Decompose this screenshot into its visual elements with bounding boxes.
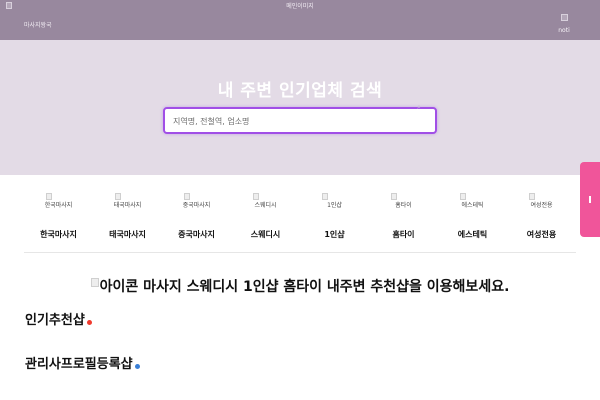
category-label: 여성전용 xyxy=(526,230,557,239)
section-divider xyxy=(24,252,576,253)
category-chinese-massage[interactable]: 중국마사지 중국마사지 xyxy=(162,185,231,240)
promo-text: 마사지 스웨디시 1인샵 홈타이 내주변 추천샵을 이용해보세요. xyxy=(138,279,510,295)
category-image: 에스테틱 xyxy=(438,185,507,213)
category-image: 1인샵 xyxy=(300,185,369,213)
category-label: 태국마사지 xyxy=(109,230,146,239)
broken-image-icon xyxy=(46,193,52,200)
red-dot-icon xyxy=(86,320,92,325)
category-menu: 한국마사지 한국마사지 태국마사지 태국마사지 중국마사지 중국마사지 스웨디시… xyxy=(24,185,576,253)
blue-dot-icon xyxy=(134,364,140,369)
search-input[interactable] xyxy=(165,110,435,133)
noti-icon xyxy=(560,14,568,21)
category-image-alt: 홈타이 xyxy=(395,202,412,209)
category-korean-massage[interactable]: 한국마사지 한국마사지 xyxy=(24,185,93,240)
logo-alt-text: 마사지왕국 xyxy=(24,22,52,29)
category-label: 홈타이 xyxy=(392,230,415,239)
category-home-thai[interactable]: 홈타이 홈타이 xyxy=(369,185,438,240)
manager-profile-shops-heading: 관리사프로필등록샵 xyxy=(25,353,140,372)
broken-image-icon xyxy=(253,193,259,200)
search-icon[interactable]: ⌕ xyxy=(417,103,425,111)
section-title-text: 인기추천샵 xyxy=(25,313,85,328)
hero-title: 내 주변 인기업체 검색 xyxy=(217,81,383,101)
broken-image-icon xyxy=(529,193,535,200)
category-label: 중국마사지 xyxy=(178,230,215,239)
category-label: 에스테틱 xyxy=(457,230,488,239)
category-image-alt: 중국마사지 xyxy=(182,202,211,209)
popular-shops-heading: 인기추천샵 xyxy=(25,309,92,328)
top-header: 마사지왕국 메인이미지 noti xyxy=(0,0,600,40)
category-label: 한국마사지 xyxy=(40,230,77,239)
category-one-person-shop[interactable]: 1인샵 1인샵 xyxy=(300,185,369,240)
main-image-alt: 메인이미지 xyxy=(286,3,314,10)
category-image-alt: 한국마사지 xyxy=(44,202,73,209)
tab-handle-icon xyxy=(589,196,591,203)
category-image-alt: 에스테틱 xyxy=(461,202,484,209)
category-image: 중국마사지 xyxy=(162,185,231,213)
notification-button[interactable]: noti xyxy=(554,6,574,34)
search-box[interactable]: ⌕ xyxy=(163,103,437,134)
section-title-text: 관리사프로필등록샵 xyxy=(25,357,133,372)
category-label: 1인샵 xyxy=(324,230,345,239)
category-women-only[interactable]: 여성전용 여성전용 xyxy=(507,185,576,240)
category-image-alt: 1인샵 xyxy=(327,202,342,209)
category-thai-massage[interactable]: 태국마사지 태국마사지 xyxy=(93,185,162,240)
broken-image-icon xyxy=(115,193,121,200)
category-image-alt: 스웨디시 xyxy=(254,202,277,209)
broken-image-icon xyxy=(391,193,397,200)
category-image-alt: 여성전용 xyxy=(530,202,553,209)
category-image-alt: 태국마사지 xyxy=(113,202,142,209)
category-swedish[interactable]: 스웨디시 스웨디시 xyxy=(231,185,300,240)
promo-headline: 아이콘 마사지 스웨디시 1인샵 홈타이 내주변 추천샵을 이용해보세요. xyxy=(0,276,600,296)
hero-search-section: 내 주변 인기업체 검색 ⌕ xyxy=(0,40,600,175)
category-label: 스웨디시 xyxy=(250,230,281,239)
category-image: 여성전용 xyxy=(507,185,576,213)
broken-image-icon xyxy=(184,193,190,200)
category-esthetic[interactable]: 에스테틱 에스테틱 xyxy=(438,185,507,240)
broken-image-icon xyxy=(322,193,328,200)
promo-icon-alt: 아이콘 xyxy=(99,279,139,295)
category-image: 홈타이 xyxy=(369,185,438,213)
side-floating-tab[interactable] xyxy=(580,162,600,237)
category-image: 스웨디시 xyxy=(231,185,300,213)
noti-label: noti xyxy=(558,27,570,34)
broken-image-icon xyxy=(90,278,99,287)
category-image: 한국마사지 xyxy=(24,185,93,213)
broken-image-icon xyxy=(460,193,466,200)
category-image: 태국마사지 xyxy=(93,185,162,213)
